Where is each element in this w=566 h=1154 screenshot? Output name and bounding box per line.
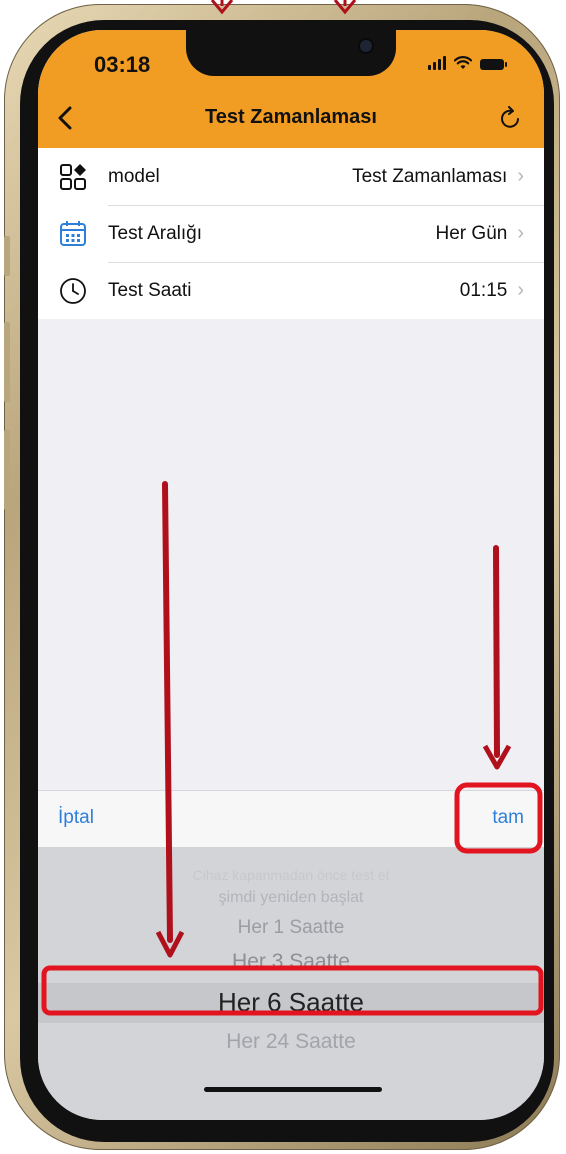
chevron-right-icon: › [517, 279, 524, 301]
cancel-button[interactable]: İptal [58, 807, 94, 829]
picker-wheel[interactable]: Cihaz kapanmadan önce test et şimdi yeni… [38, 847, 544, 1120]
picker-toolbar: İptal tam [38, 790, 544, 848]
picker-option[interactable]: şimdi yeniden başlat [38, 889, 544, 907]
screen: 03:18 Test Zamanlaması model Test Zamanl… [38, 30, 544, 1120]
settings-list: model Test Zamanlaması › Test Aralığı He… [38, 148, 544, 319]
camera-icon [360, 40, 372, 52]
row-value: Test Zamanlaması [352, 165, 508, 187]
row-value: 01:15 [459, 279, 508, 301]
action-button [4, 236, 10, 276]
home-indicator[interactable] [204, 1087, 382, 1092]
row-label: Test Aralığı [108, 222, 202, 244]
status-icons [428, 56, 507, 70]
battery-icon [480, 59, 507, 70]
picker-option[interactable]: Her 1 Saatte [38, 917, 544, 939]
volume-down-button [4, 430, 10, 510]
notch [186, 30, 396, 76]
top-bar: 03:18 Test Zamanlaması [38, 30, 544, 148]
shapes-icon [58, 162, 88, 192]
clock-icon [58, 276, 88, 306]
chevron-right-icon: › [517, 165, 524, 187]
picker-option[interactable]: Her 3 Saatte [38, 950, 544, 974]
row-label: model [108, 165, 160, 187]
row-model[interactable]: model Test Zamanlaması › [38, 148, 544, 205]
row-label: Test Saati [108, 279, 192, 301]
signal-icon [428, 56, 446, 70]
row-test-time[interactable]: Test Saati 01:15 › [38, 262, 544, 319]
calendar-icon [58, 219, 88, 249]
picker-option-selected[interactable]: Her 6 Saatte [38, 987, 544, 1018]
picker-option[interactable]: Cihaz kapanmadan önce test et [38, 867, 544, 883]
status-time: 03:18 [94, 52, 151, 77]
page-title: Test Zamanlaması [205, 106, 377, 128]
row-test-interval[interactable]: Test Aralığı Her Gün › [38, 205, 544, 262]
done-button[interactable]: tam [492, 807, 524, 829]
refresh-button[interactable] [494, 102, 526, 134]
row-value: Her Gün [435, 222, 508, 244]
volume-up-button [4, 322, 10, 402]
picker-option[interactable]: Her 24 Saatte [38, 1030, 544, 1054]
chevron-right-icon: › [517, 222, 524, 244]
refresh-icon [501, 106, 519, 128]
wifi-icon [454, 56, 472, 69]
